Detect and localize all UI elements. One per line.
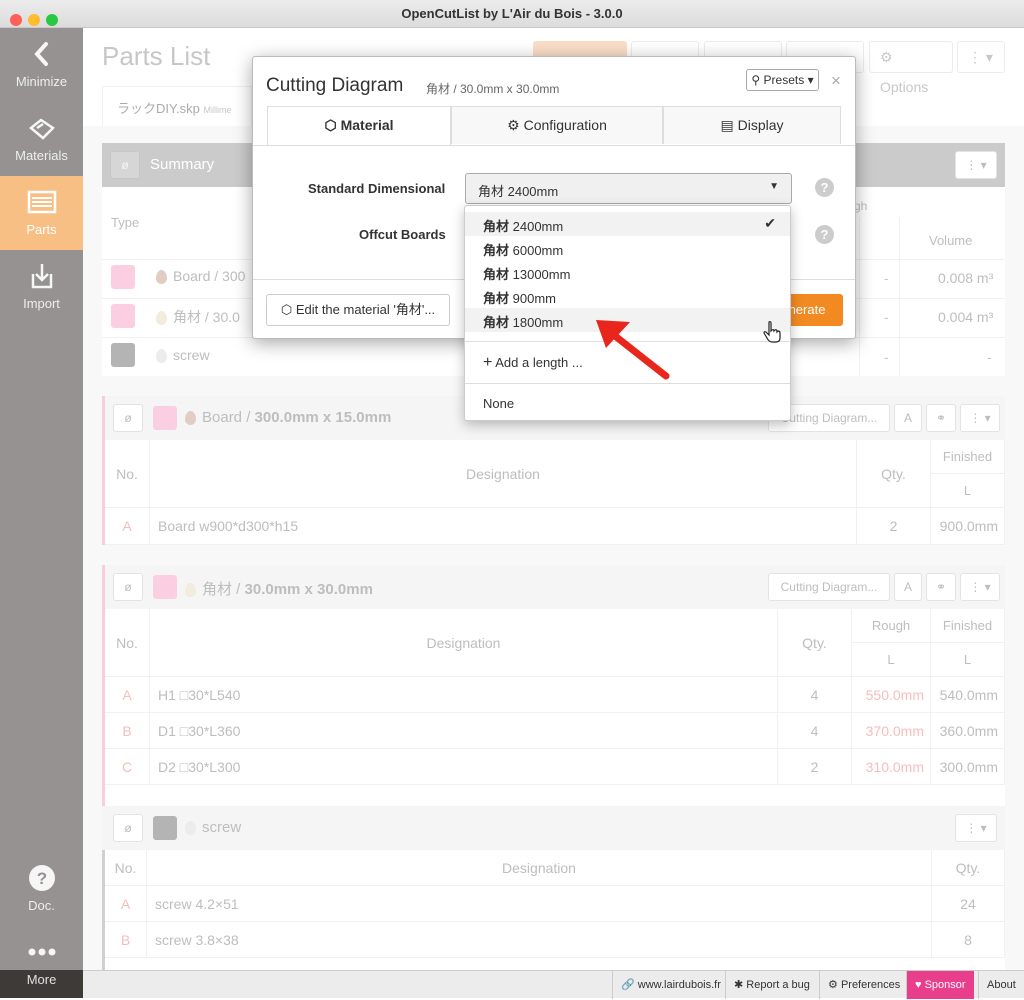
edit-material-button[interactable]: ⬡ Edit the material '角材'... (266, 294, 450, 326)
link-icon: 🔗 (621, 979, 635, 991)
dialog-title: Cutting Diagram (266, 75, 404, 96)
dropdown-option[interactable]: 角材 13000mm (465, 260, 790, 284)
dropdown-option[interactable]: 角材 900mm (465, 284, 790, 308)
none-option[interactable]: None (465, 392, 790, 416)
zoom-window-button[interactable] (46, 14, 58, 26)
tab-material[interactable]: ⬡ Material (267, 106, 451, 146)
dropdown-option[interactable]: 角材 6000mm (465, 236, 790, 260)
material-icon: ⬡ (280, 302, 293, 317)
heart-icon: ♥ (915, 979, 922, 991)
standard-dimensional-label: Standard Dimensional (308, 181, 446, 196)
window-title: OpenCutList by L'Air du Bois - 3.0.0 (401, 6, 623, 21)
bug-icon: ✱ (734, 979, 744, 991)
website-link[interactable]: 🔗 www.lairdubois.fr (612, 971, 729, 999)
offcut-boards-label: Offcut Boards (359, 227, 446, 242)
close-icon[interactable]: × (831, 71, 841, 91)
material-icon: ⬡ (324, 117, 337, 133)
pointer-cursor-icon (763, 321, 781, 343)
help-icon[interactable]: ? (815, 178, 834, 197)
gear-icon: ⚙ (507, 117, 520, 133)
dropdown-option[interactable]: 角材 2400mm ✔ (465, 212, 790, 236)
tab-display[interactable]: ▤ Display (663, 106, 841, 144)
presets-icon: ⚲ (751, 73, 761, 87)
dialog-subtitle: 角材 / 30.0mm x 30.0mm (426, 82, 560, 96)
minimize-window-button[interactable] (28, 14, 40, 26)
display-icon: ▤ (720, 117, 734, 133)
plus-icon: + (483, 354, 493, 371)
standard-dimensional-select[interactable]: 角材 2400mm ▼ (465, 173, 792, 204)
status-bar: 🔗 www.lairdubois.fr ✱ Report a bug ⚙ Pre… (83, 970, 1024, 999)
sponsor-link[interactable]: ♥ Sponsor (906, 971, 974, 999)
tab-configuration[interactable]: ⚙ Configuration (451, 106, 663, 144)
about-link[interactable]: About (978, 971, 1024, 999)
gear-icon: ⚙ (828, 979, 838, 991)
report-bug-link[interactable]: ✱ Report a bug (725, 971, 818, 999)
presets-button[interactable]: ⚲ Presets ▾ (746, 69, 819, 91)
red-arrow-icon (596, 320, 670, 380)
close-window-button[interactable] (10, 14, 22, 26)
window-titlebar: OpenCutList by L'Air du Bois - 3.0.0 (0, 0, 1024, 28)
check-icon: ✔ (764, 215, 776, 231)
caret-down-icon: ▼ (769, 181, 779, 192)
help-icon[interactable]: ? (815, 225, 834, 244)
preferences-link[interactable]: ⚙ Preferences (819, 971, 908, 999)
sidebar-item-label: More (26, 972, 57, 987)
standard-dimensional-dropdown: 角材 2400mm ✔ 角材 6000mm 角材 13000mm 角材 900mm… (464, 205, 791, 421)
